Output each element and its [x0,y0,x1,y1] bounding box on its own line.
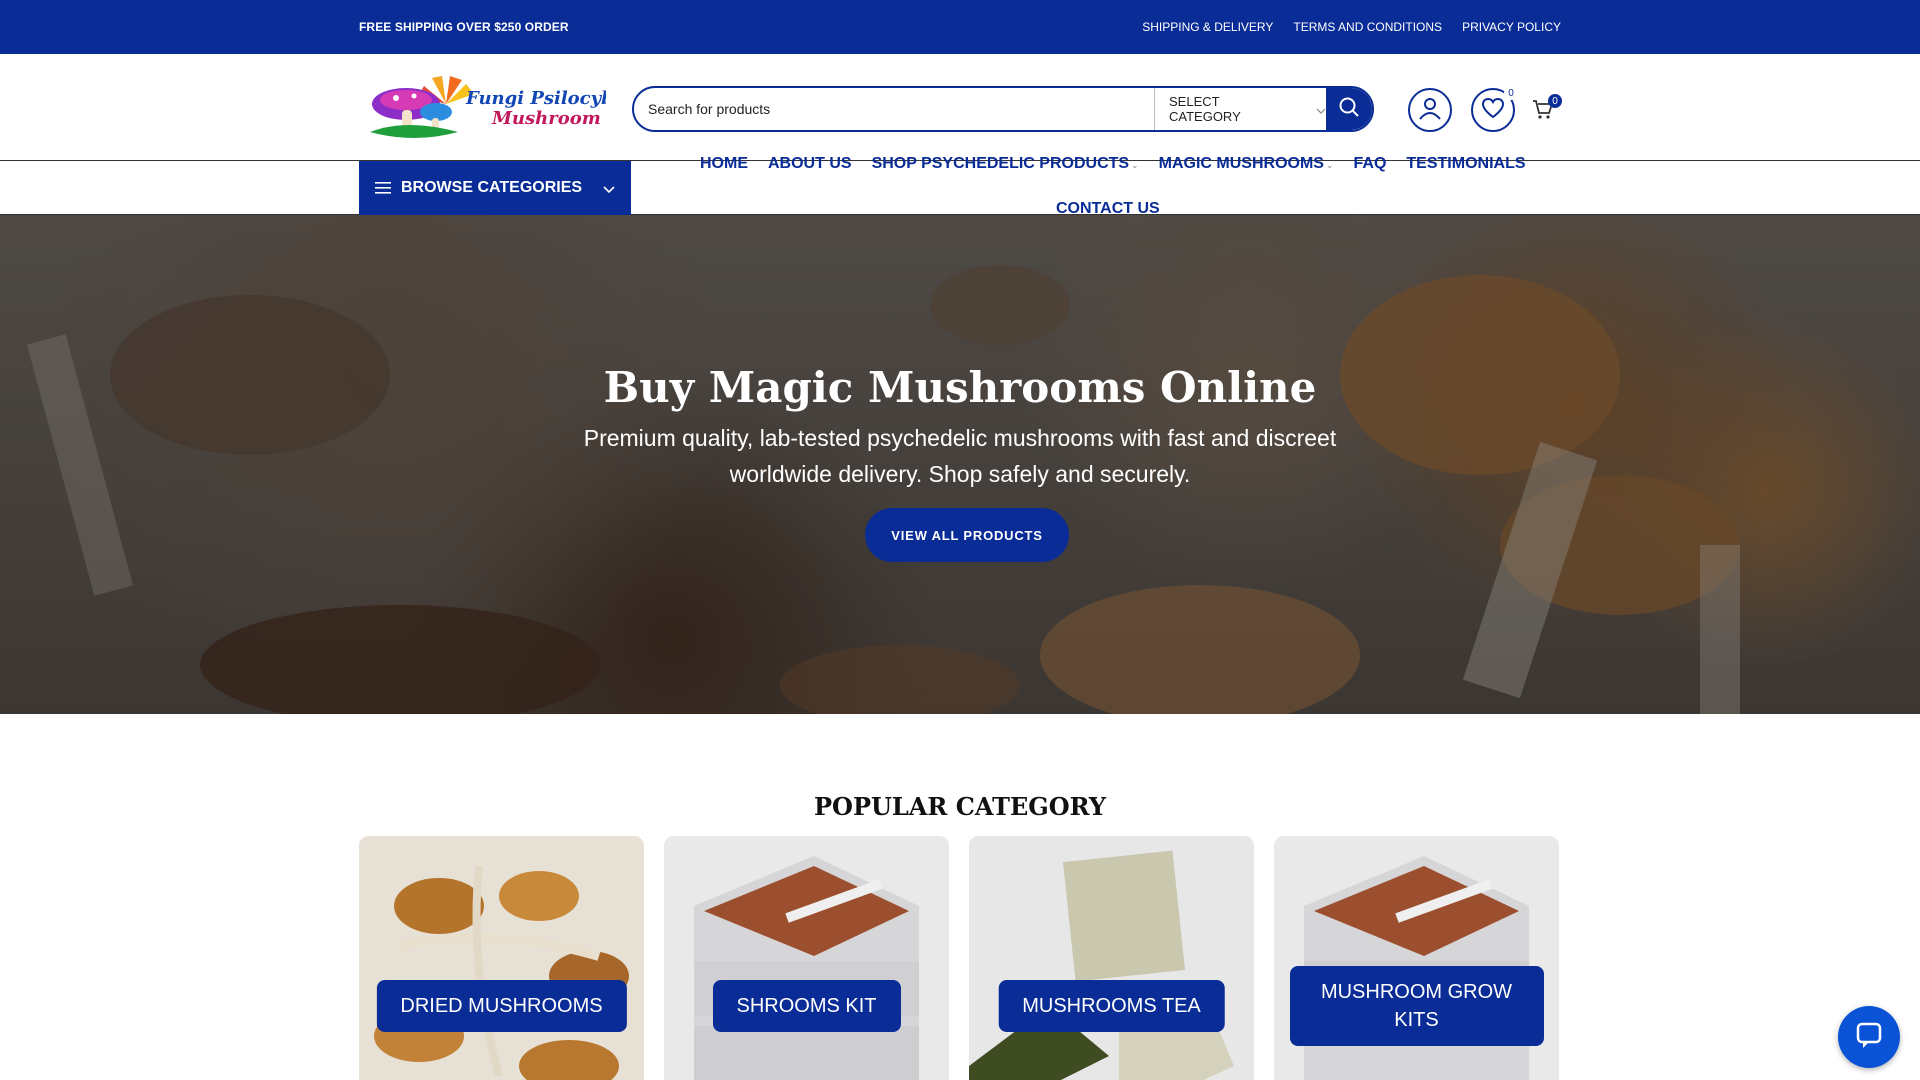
view-all-products-button[interactable]: VIEW ALL PRODUCTS [865,508,1069,562]
popular-category-title: POPULAR CATEGORY [813,792,1107,821]
cart-icon [1532,100,1554,124]
site-header: Fungi Psilocybin Mushroom SELECT CATEGOR… [0,54,1920,161]
category-label-dried-mushrooms: DRIED MUSHROOMS [376,980,627,1032]
nav-magic-mushrooms[interactable]: MAGIC MUSHROOMS [1159,155,1324,172]
category-card-dried-mushrooms[interactable]: DRIED MUSHROOMS [359,836,644,1080]
svg-text:Fungi Psilocybin: Fungi Psilocybin [465,88,606,109]
category-card-mushrooms-tea[interactable]: MUSHROOMS TEA [969,836,1254,1080]
category-card-shrooms-kit[interactable]: SHROOMS KIT [664,836,949,1080]
nav-testimonials[interactable]: TESTIMONIALS [1406,155,1525,175]
search-button[interactable] [1326,88,1372,130]
shipping-delivery-link[interactable]: SHIPPING & DELIVERY [1142,20,1273,34]
chevron-down-icon [603,181,615,199]
category-cards: DRIED MUSHROOMS SHROOMS KIT MUSHROOMS TE… [359,836,1559,1080]
user-icon [1417,95,1443,126]
nav-menu: HOME ABOUT US SHOP PSYCHEDELIC PRODUCTS ⌄… [700,155,1526,217]
site-logo[interactable]: Fungi Psilocybin Mushroom [366,74,634,144]
terms-link[interactable]: TERMS AND CONDITIONS [1293,20,1442,34]
browse-categories-label: BROWSE CATEGORIES [401,179,583,196]
nav-faq[interactable]: FAQ [1354,155,1387,175]
category-label-mushrooms-tea: MUSHROOMS TEA [998,980,1225,1032]
nav-about-us[interactable]: ABOUT US [768,155,852,175]
search-input[interactable] [634,88,1154,130]
search-bar: SELECT CATEGORY [632,86,1374,132]
heart-icon [1481,97,1505,124]
shrooms-kit-image [664,836,949,1080]
chevron-down-icon [1316,102,1326,117]
top-links: SHIPPING & DELIVERY TERMS AND CONDITIONS… [1142,20,1561,34]
privacy-link[interactable]: PRIVACY POLICY [1462,20,1561,34]
chat-widget-button[interactable] [1838,1006,1900,1068]
chevron-down-icon: ⌄ [1325,160,1334,170]
category-label-mushroom-grow-kits: MUSHROOM GROW KITS [1289,966,1544,1046]
free-shipping-promo: FREE SHIPPING OVER $250 ORDER [359,20,569,34]
account-button[interactable] [1408,88,1452,132]
svg-text:Mushroom: Mushroom [491,108,601,129]
hero-title: Buy Magic Mushrooms Online [603,363,1317,412]
category-select-label: SELECT CATEGORY [1169,94,1241,124]
chevron-down-icon: ⌄ [1131,160,1139,170]
chat-icon [1853,1019,1885,1056]
nav-shop-psychedelic-products[interactable]: SHOP PSYCHEDELIC PRODUCTS [872,155,1130,172]
category-label-shrooms-kit: SHROOMS KIT [712,980,901,1032]
hero-banner: Buy Magic Mushrooms Online Premium quali… [0,215,1920,714]
top-bar: FREE SHIPPING OVER $250 ORDER SHIPPING &… [0,0,1920,54]
hero-subtitle: Premium quality, lab-tested psychedelic … [583,425,1337,487]
main-nav: BROWSE CATEGORIES HOME ABOUT US SHOP PSY… [0,155,1920,217]
logo-graphic: Fungi Psilocybin Mushroom [370,76,634,138]
wishlist-count: 0 [1504,86,1518,100]
dried-mushrooms-image [359,836,644,1080]
cart-count: 0 [1548,94,1562,108]
category-card-mushroom-grow-kits[interactable]: MUSHROOM GROW KITS [1274,836,1559,1080]
nav-home[interactable]: HOME [700,155,748,175]
mushrooms-tea-image [969,836,1254,1080]
browse-categories-button[interactable]: BROWSE CATEGORIES [359,161,631,215]
hamburger-icon [375,182,391,194]
search-icon [1338,96,1360,123]
category-select[interactable]: SELECT CATEGORY [1154,88,1326,130]
